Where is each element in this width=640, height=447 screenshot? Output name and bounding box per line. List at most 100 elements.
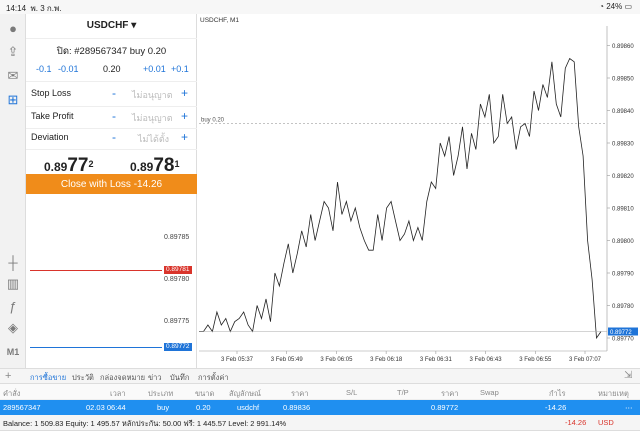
currency: USD <box>598 418 614 427</box>
col-symbol: สัญลักษณ์ <box>229 389 262 398</box>
timeframe-label[interactable]: M1 <box>0 340 26 364</box>
y-tick-label: 0.89770 <box>612 337 634 343</box>
dom-level: 0.89780 <box>164 276 190 283</box>
y-tick-label: 0.89800 <box>612 239 634 245</box>
take-profit-minus-button[interactable]: - <box>112 109 116 123</box>
indicator-icon[interactable]: ƒ <box>0 294 26 318</box>
candles-icon[interactable]: ▥ <box>0 272 26 296</box>
y-tick-label: 0.89820 <box>612 174 634 180</box>
deviation-value[interactable]: ไม่ได้ตั้ง <box>138 132 169 146</box>
bid-tag: 0.89772 <box>164 343 192 351</box>
col-size: ขนาด <box>195 389 215 398</box>
balance-summary: Balance: 1 509.83 Equity: 1 495.57 หลักป… <box>3 419 287 428</box>
panel-toggle-icon[interactable]: ⇲ <box>624 370 632 381</box>
dom-level: 0.89785 <box>164 234 190 241</box>
x-tick-label: 3 Feb 05:49 <box>271 357 304 363</box>
tab-journal[interactable]: บันทึก <box>170 372 189 384</box>
col-price-current: ราคา <box>441 389 459 398</box>
y-tick-label: 0.89780 <box>612 304 634 310</box>
left-toolbar: ● ⇪ ✉ ⊞ ┼ ▥ ƒ ◈ M1 <box>0 14 26 368</box>
quote-prices: 0.89772 0.89781 <box>26 151 197 176</box>
deviation-row: Deviation - ไม่ได้ตั้ง + <box>26 130 197 146</box>
battery-icon: ▭ <box>624 2 632 11</box>
status-battery: ◔ 24% ▭ <box>599 2 632 11</box>
upload-icon[interactable]: ⇪ <box>0 40 26 64</box>
chat-icon[interactable]: ✉ <box>0 64 26 88</box>
table-row[interactable]: 289567347 02.03 06:44 buy 0.20 usdchf 0.… <box>0 400 640 415</box>
col-sl: S/L <box>346 388 358 397</box>
tab-news[interactable]: ข่าว <box>148 372 162 384</box>
deviation-plus-button[interactable]: + <box>181 130 188 144</box>
current-price-label: 0.89772 <box>610 330 632 336</box>
order-panel: USDCHF ▾ ปิด: #289567347 buy 0.20 -0.1 -… <box>26 14 197 194</box>
deviation-label: Deviation <box>31 132 69 142</box>
bottom-tabs: + การซื้อขาย ประวัติ กล่องจดหมาย ข่าว บั… <box>0 368 640 385</box>
volume-stepper: -0.1 -0.01 0.20 +0.01 +0.1 <box>26 64 197 78</box>
x-tick-label: 3 Feb 06:31 <box>420 357 453 363</box>
price-line <box>199 57 602 340</box>
col-comment: หมายเหตุ <box>598 389 629 398</box>
col-tp: T/P <box>397 388 409 397</box>
new-order-icon[interactable]: ⊞ <box>0 88 26 112</box>
col-price-open: ราคา <box>291 389 309 398</box>
total-profit: -14.26 <box>565 418 587 427</box>
bid-level-line <box>30 347 162 348</box>
cell-order: 289567347 <box>3 403 41 412</box>
take-profit-plus-button[interactable]: + <box>181 109 188 123</box>
close-with-loss-button[interactable]: Close with Loss -14.26 <box>26 174 197 194</box>
symbol-selector[interactable]: USDCHF ▾ <box>26 20 197 31</box>
stop-loss-label: Stop Loss <box>31 88 72 98</box>
buy-level-label: buy 0.20 <box>201 118 225 124</box>
cell-profit: -14.26 <box>545 403 567 412</box>
trade-table-header: คำสั่ง เวลา ประเภท ขนาด สัญลักษณ์ ราคา S… <box>0 384 640 400</box>
volume-plus-0.01[interactable]: +0.01 <box>143 64 166 74</box>
cell-size: 0.20 <box>196 403 211 412</box>
y-tick-label: 0.89860 <box>612 44 634 50</box>
y-tick-label: 0.89790 <box>612 272 634 278</box>
take-profit-label: Take Profit <box>31 111 74 121</box>
x-tick-label: 3 Feb 06:18 <box>370 357 403 363</box>
x-tick-label: 3 Feb 06:05 <box>320 357 353 363</box>
objects-icon[interactable]: ◈ <box>0 316 26 340</box>
user-icon[interactable]: ● <box>0 16 26 40</box>
chart-svg[interactable]: USDCHF, M1 0.89860 0.89850 0.89840 0.89830 0… <box>197 14 640 368</box>
y-tick-label: 0.89810 <box>612 207 634 213</box>
tab-settings[interactable]: การตั้งค่า <box>198 372 229 384</box>
volume-value[interactable]: 0.20 <box>103 64 121 74</box>
chevron-down-icon: ▾ <box>131 20 137 31</box>
stop-loss-value[interactable]: ไม่อนุญาต <box>132 88 173 102</box>
volume-minus-0.01[interactable]: -0.01 <box>58 64 79 74</box>
x-tick-label: 3 Feb 06:43 <box>470 357 503 363</box>
col-type: ประเภท <box>148 389 174 398</box>
col-time: เวลา <box>110 389 126 398</box>
cell-price-current: 0.89772 <box>431 403 459 412</box>
col-order: คำสั่ง <box>3 389 21 398</box>
cell-type: buy <box>157 403 170 412</box>
stop-loss-plus-button[interactable]: + <box>181 86 188 100</box>
y-tick-label: 0.89850 <box>612 77 634 83</box>
status-bar: 14:14 พ. 3 ก.พ. ◔ 24% ▭ <box>0 0 640 14</box>
ask-tag: 0.89781 <box>164 266 192 274</box>
cell-time: 02.03 06:44 <box>86 403 126 412</box>
col-profit: กำไร <box>549 389 566 398</box>
y-tick-label: 0.89840 <box>612 109 634 115</box>
take-profit-value[interactable]: ไม่อนุญาต <box>132 111 173 125</box>
position-label: ปิด: #289567347 buy 0.20 <box>56 46 167 57</box>
crosshair-icon[interactable]: ┼ <box>0 250 26 274</box>
deviation-minus-button[interactable]: - <box>112 130 116 144</box>
tab-history[interactable]: ประวัติ <box>72 372 94 384</box>
take-profit-row: Take Profit - ไม่อนุญาต + <box>26 109 197 125</box>
col-swap: Swap <box>480 388 499 397</box>
volume-minus-0.1[interactable]: -0.1 <box>36 64 52 74</box>
price-levels-panel: 0.89785 0.89781 0.89780 0.89775 0.89772 <box>26 194 197 368</box>
price-chart[interactable]: USDCHF, M1 0.89860 0.89850 0.89840 0.89830 0… <box>197 14 640 368</box>
tab-mailbox[interactable]: กล่องจดหมาย <box>100 372 145 384</box>
add-icon[interactable]: + <box>5 370 11 382</box>
y-tick-label: 0.89830 <box>612 142 634 148</box>
stop-loss-minus-button[interactable]: - <box>112 86 116 100</box>
volume-plus-0.1[interactable]: +0.1 <box>171 64 189 74</box>
more-icon[interactable]: ⋯ <box>625 403 633 412</box>
cell-price-open: 0.89836 <box>283 403 311 412</box>
balance-bar: Balance: 1 509.83 Equity: 1 495.57 หลักป… <box>0 415 640 431</box>
x-tick-label: 3 Feb 06:55 <box>519 357 552 363</box>
